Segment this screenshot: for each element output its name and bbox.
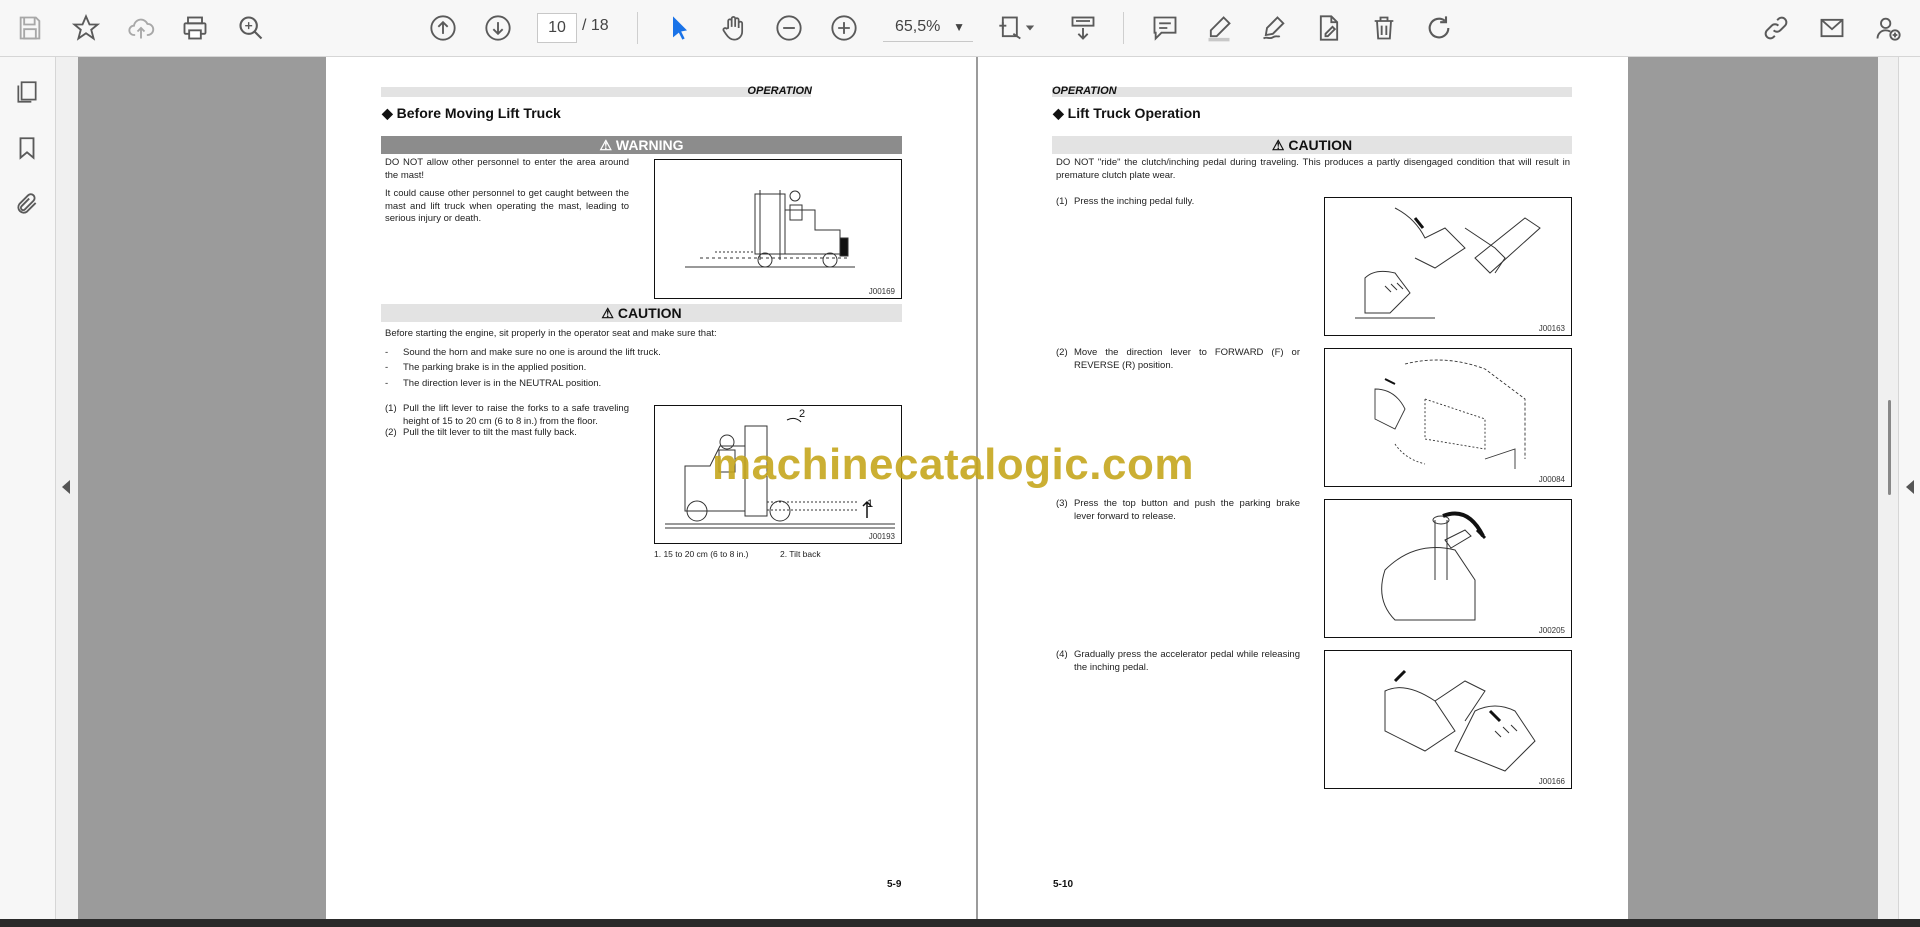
page-total: / 18 [582,17,609,34]
figure-caption-2: 2. Tilt back [780,549,821,559]
figure-code: J00163 [1538,324,1565,333]
highlight-pen-icon[interactable] [1201,10,1237,46]
left-pane-collapse[interactable] [56,57,78,919]
bullet-dash: - [385,378,389,389]
step-text: Press the top button and push the parkin… [1074,498,1300,522]
figure-code: J00166 [1538,777,1565,786]
warning-banner: ⚠ WARNING [381,136,902,154]
step-number: (2) [385,427,397,438]
figure-direction-lever: J00084 [1324,348,1572,487]
step-number: (4) [1056,649,1068,660]
attachment-icon[interactable] [11,188,43,220]
select-cursor-icon[interactable] [662,10,698,46]
figure-inching-pedal: J00163 [1324,197,1572,336]
page-thumbnails-icon[interactable] [11,76,43,108]
rotate-icon[interactable] [1421,10,1457,46]
caution-banner: ⚠ CAUTION [1052,136,1572,154]
figure-accelerator-pedal: J00166 [1324,650,1572,789]
section-title: ◆ Before Moving Lift Truck [382,105,561,121]
taskbar-strip [0,919,1920,927]
trash-icon[interactable] [1366,10,1402,46]
caution-intro: Before starting the engine, sit properly… [385,328,717,339]
page-header: OPERATION [1052,85,1117,97]
page-fit-dropdown-icon[interactable] [1022,10,1038,46]
header-bar [1052,87,1572,97]
toolbar-divider [637,12,638,44]
zoom-value: 65,5% [895,18,941,35]
step-number: (1) [1056,196,1068,207]
page-number-input[interactable]: 10 [537,13,577,43]
vertical-scrollbar[interactable] [1888,400,1891,495]
collapse-left-icon[interactable] [62,480,70,494]
bullet-dash: - [385,347,389,358]
zoom-level-select[interactable]: 65,5% ▼ [883,13,973,42]
email-icon[interactable] [1814,10,1850,46]
toolbar: 10 / 18 65,5% ▼ [0,0,1920,57]
bullet-dash: - [385,362,389,373]
figure-callout-2: 2 [799,408,806,420]
step-text: Pull the lift lever to raise the forks t… [403,403,629,427]
prev-page-icon[interactable] [425,10,461,46]
draw-sign-icon[interactable] [1256,10,1292,46]
warning-text-1: DO NOT allow other personnel to enter th… [385,157,629,181]
caution-text: DO NOT "ride" the clutch/inching pedal d… [1056,157,1570,181]
figure-caption-1: 1. 15 to 20 cm (6 to 8 in.) [654,549,749,559]
next-page-icon[interactable] [480,10,516,46]
star-icon[interactable] [68,10,104,46]
caution-banner: ⚠ CAUTION [381,304,902,322]
toolbar-divider [1123,12,1124,44]
cloud-upload-icon[interactable] [123,10,159,46]
zoom-search-icon[interactable] [233,10,269,46]
figure-forklift-mast: J00169 [654,159,902,299]
figure-callout-1: 1 [867,498,874,510]
figure-code: J00193 [868,532,895,541]
right-sidebar [1898,57,1920,919]
step-number: (3) [1056,498,1068,509]
print-icon[interactable] [177,10,213,46]
page-number: 5-10 [1053,879,1074,890]
page-number: 5-9 [887,879,902,890]
zoom-in-icon[interactable] [826,10,862,46]
figure-code: J00084 [1538,475,1565,484]
hand-tool-icon[interactable] [716,10,752,46]
zoom-out-icon[interactable] [771,10,807,46]
scroll-mode-icon[interactable] [1065,10,1101,46]
bullet-item: Sound the horn and make sure no one is a… [403,347,661,358]
step-text: Pull the tilt lever to tilt the mast ful… [403,427,577,438]
figure-code: J00169 [868,287,895,296]
watermark: machinecatalogic.com [712,440,1194,489]
step-number: (1) [385,403,397,414]
comment-icon[interactable] [1147,10,1183,46]
figure-code: J00205 [1538,626,1565,635]
save-icon[interactable] [12,10,48,46]
left-sidebar [0,57,56,919]
step-number: (2) [1056,347,1068,358]
chevron-down-icon: ▼ [953,20,965,34]
section-title: ◆ Lift Truck Operation [1053,105,1201,121]
bullet-item: The direction lever is in the NEUTRAL po… [403,378,602,389]
warning-text-2: It could cause other personnel to get ca… [385,188,629,224]
share-link-icon[interactable] [1758,10,1794,46]
page-header: OPERATION [747,85,812,97]
bookmark-icon[interactable] [11,132,43,164]
add-user-icon[interactable] [1870,10,1906,46]
step-text: Move the direction lever to FORWARD (F) … [1074,347,1300,371]
edit-document-icon[interactable] [1311,10,1347,46]
step-text: Gradually press the accelerator pedal wh… [1074,649,1300,673]
figure-parking-brake: J00205 [1324,499,1572,638]
bullet-item: The parking brake is in the applied posi… [403,362,587,373]
step-text: Press the inching pedal fully. [1074,196,1195,207]
expand-right-pane-icon[interactable] [1906,480,1914,494]
